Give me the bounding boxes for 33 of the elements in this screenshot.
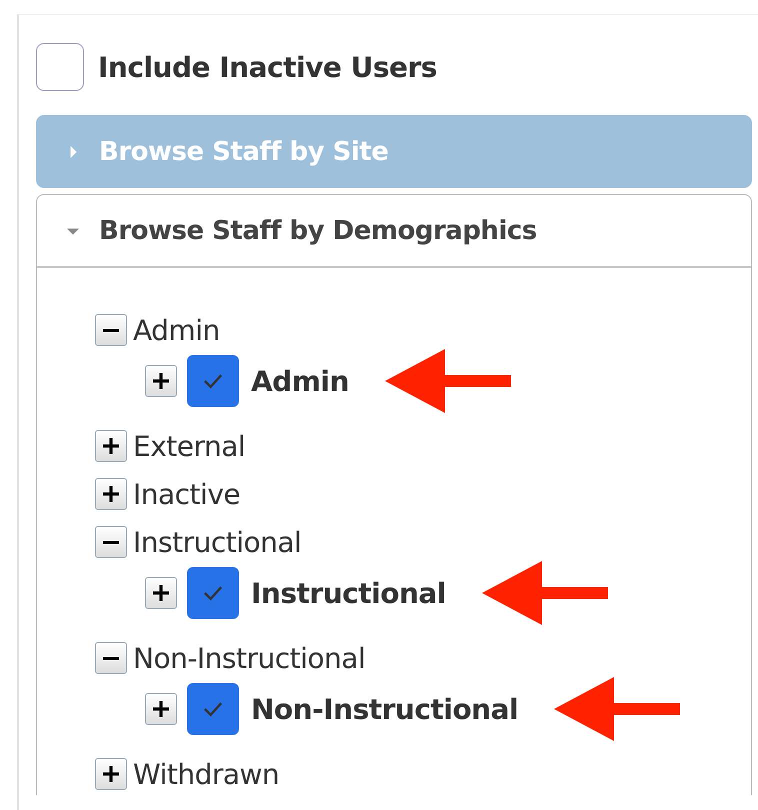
- expand-toggle[interactable]: [145, 693, 177, 725]
- minus-icon: [103, 540, 119, 544]
- tree-item-label[interactable]: Admin: [251, 364, 349, 398]
- tree-item-label[interactable]: Withdrawn: [133, 758, 280, 790]
- plus-icon: [153, 373, 169, 389]
- tree-item-label[interactable]: Inactive: [133, 478, 240, 510]
- collapse-toggle[interactable]: [95, 642, 127, 674]
- minus-icon: [103, 656, 119, 660]
- tree-item-label[interactable]: External: [133, 430, 246, 462]
- tree-item-label[interactable]: Non-Instructional: [251, 692, 518, 726]
- collapse-toggle[interactable]: [95, 314, 127, 346]
- tree-item-label[interactable]: Instructional: [133, 526, 302, 558]
- accordion-header[interactable]: Browse Staff by Demographics: [99, 216, 537, 246]
- collapse-toggle[interactable]: [95, 526, 127, 558]
- checkbox[interactable]: [187, 355, 239, 407]
- expand-toggle[interactable]: [95, 478, 127, 510]
- checkbox[interactable]: [187, 683, 239, 735]
- plus-icon: [103, 438, 119, 454]
- checkbox-label: Include Inactive Users: [98, 50, 437, 84]
- checkbox[interactable]: [36, 43, 84, 91]
- plus-icon: [153, 585, 169, 601]
- tree-item-label[interactable]: Non-Instructional: [133, 642, 366, 674]
- minus-icon: [103, 328, 119, 332]
- plus-icon: [103, 486, 119, 502]
- tree-item-label[interactable]: Admin: [133, 314, 220, 346]
- tree-item-label[interactable]: Instructional: [251, 576, 446, 610]
- expand-toggle[interactable]: [145, 577, 177, 609]
- plus-icon: [103, 766, 119, 782]
- expand-toggle[interactable]: [95, 430, 127, 462]
- expand-toggle[interactable]: [145, 365, 177, 397]
- checkbox[interactable]: [187, 567, 239, 619]
- expand-toggle[interactable]: [95, 758, 127, 790]
- plus-icon: [153, 701, 169, 717]
